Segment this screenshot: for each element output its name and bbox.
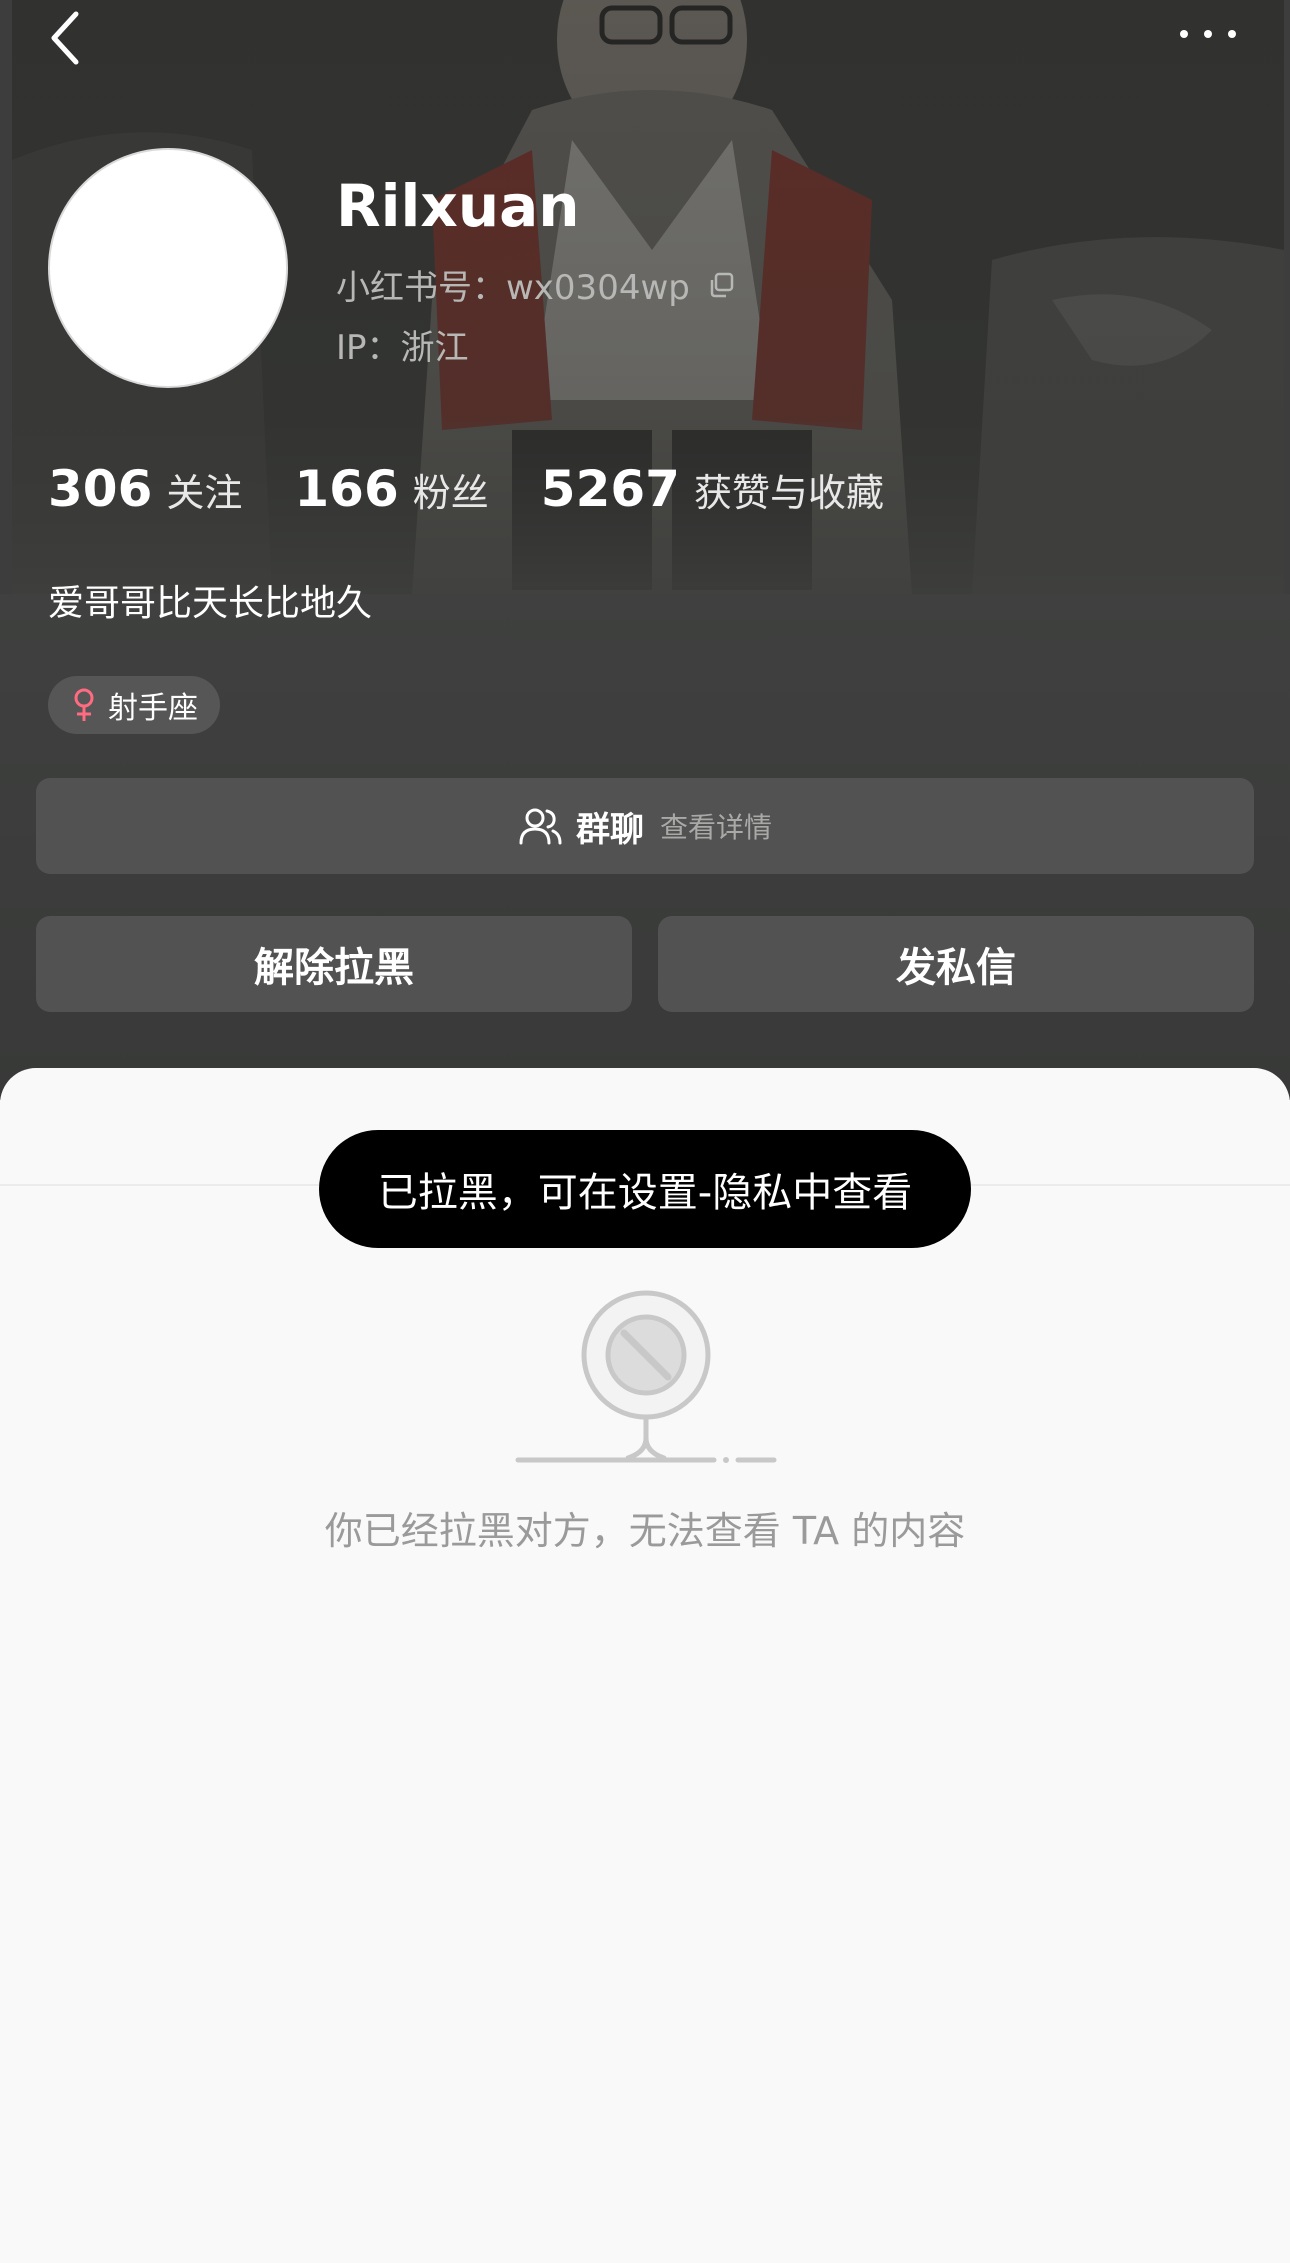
stat-label: 关注 <box>166 471 243 515</box>
stats-row: 306 关注 166 粉丝 5267 获赞与收藏 <box>48 460 936 518</box>
stat-value: 5267 <box>540 460 680 518</box>
profile-nickname: Rilxuan <box>336 172 580 240</box>
unblock-button[interactable]: 解除拉黑 <box>36 916 632 1012</box>
red-id-row: 小红书号：wx0304wp <box>336 260 736 309</box>
chevron-left-icon[interactable] <box>44 8 88 68</box>
avatar[interactable] <box>48 148 288 388</box>
ip-location: IP：浙江 <box>336 328 469 368</box>
red-id-text: 小红书号：wx0304wp <box>336 268 690 308</box>
group-people-icon <box>519 808 562 845</box>
stat-label: 粉丝 <box>412 471 489 515</box>
stat-likes-collects[interactable]: 5267 获赞与收藏 <box>541 460 884 518</box>
profile-page: Rilxuan 小红书号：wx0304wp IP：浙江 306 关注 166 粉… <box>0 0 1290 2263</box>
more-dots-icon[interactable] <box>1176 20 1240 48</box>
send-message-button[interactable]: 发私信 <box>658 916 1254 1012</box>
stat-value: 306 <box>48 460 153 518</box>
female-icon <box>74 688 94 721</box>
zodiac-tag: 射手座 <box>48 676 220 734</box>
stat-followers[interactable]: 166 粉丝 <box>294 460 488 518</box>
group-chat-button[interactable]: 群聊 查看详情 <box>36 778 1254 874</box>
stat-value: 166 <box>294 460 399 518</box>
copy-icon[interactable] <box>708 271 736 299</box>
group-chat-subtitle: 查看详情 <box>659 811 772 844</box>
content-sheet: 已拉黑，可在设置-隐私中查看 你已经拉黑对方，无法查看 TA 的内容 <box>0 1068 1290 2263</box>
zodiac-label: 射手座 <box>108 691 198 726</box>
blocked-toast: 已拉黑，可在设置-隐私中查看 <box>319 1130 971 1248</box>
profile-header: Rilxuan 小红书号：wx0304wp IP：浙江 306 关注 166 粉… <box>0 0 1290 1100</box>
stat-following[interactable]: 306 关注 <box>48 460 242 518</box>
group-chat-title: 群聊 <box>575 809 644 850</box>
stat-label: 获赞与收藏 <box>693 471 884 515</box>
blocked-illustration <box>515 1290 777 1463</box>
empty-state-text: 你已经拉黑对方，无法查看 TA 的内容 <box>324 1509 966 1553</box>
profile-bio: 爱哥哥比天长比地久 <box>48 583 373 624</box>
